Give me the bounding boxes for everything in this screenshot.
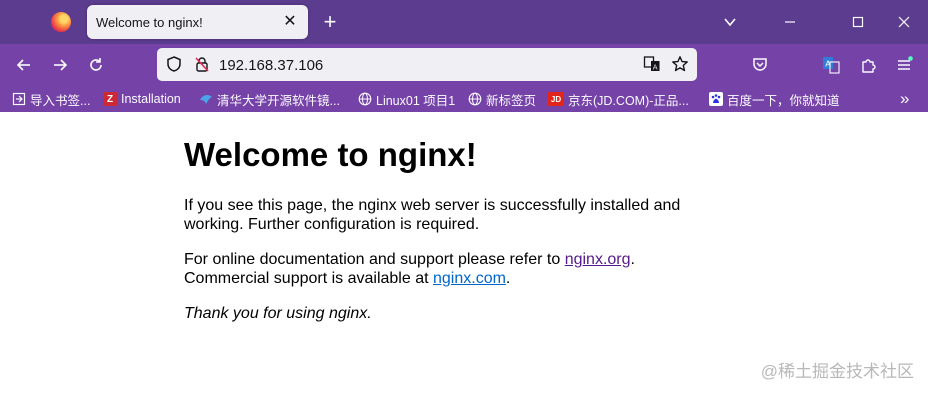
minimize-icon[interactable] bbox=[778, 10, 802, 34]
commercial-text: Commercial support is available at bbox=[184, 270, 433, 287]
translate-icon[interactable]: A bbox=[643, 55, 663, 75]
tab-nginx-welcome[interactable]: Welcome to nginx! ✕ bbox=[87, 5, 308, 39]
support-text-end: . bbox=[630, 251, 635, 268]
list-all-tabs-icon[interactable] bbox=[718, 10, 742, 34]
baidu-icon bbox=[709, 92, 723, 106]
reload-button-icon[interactable] bbox=[84, 53, 108, 77]
bookmark-new-tab-page[interactable]: 新标签页 bbox=[468, 90, 536, 108]
bookmark-label: Linux01 项目1 bbox=[376, 93, 456, 108]
maximize-icon[interactable] bbox=[846, 10, 870, 34]
star-bookmark-icon[interactable] bbox=[671, 55, 691, 75]
svg-text:A: A bbox=[653, 63, 658, 71]
intro-paragraph: If you see this page, the nginx web serv… bbox=[184, 197, 681, 233]
forward-button-icon[interactable] bbox=[48, 53, 72, 77]
bookmark-label: Installation bbox=[121, 92, 181, 106]
bookmark-label: 京东(JD.COM)-正品... bbox=[568, 93, 689, 108]
import-icon bbox=[12, 92, 26, 106]
bookmark-label: 导入书签... bbox=[30, 93, 91, 108]
url-bar[interactable]: 192.168.37.106 A bbox=[157, 48, 697, 81]
bookmark-baidu[interactable]: 百度一下，你就知道 bbox=[709, 90, 840, 108]
zotero-icon: Z bbox=[103, 92, 117, 106]
close-window-icon[interactable] bbox=[892, 10, 916, 34]
navigation-toolbar: 192.168.37.106 A A bbox=[0, 44, 928, 86]
support-paragraph: For online documentation and support ple… bbox=[184, 250, 704, 288]
new-tab-button[interactable]: + bbox=[318, 10, 342, 34]
url-text[interactable]: 192.168.37.106 bbox=[219, 57, 323, 74]
globe-icon bbox=[468, 92, 482, 106]
bookmark-installation[interactable]: Z Installation bbox=[103, 90, 181, 108]
bookmark-tuna-mirror[interactable]: 清华大学开源软件镜... bbox=[199, 90, 340, 108]
shield-icon[interactable] bbox=[165, 55, 185, 75]
tab-strip: Welcome to nginx! ✕ + bbox=[0, 0, 928, 44]
bookmark-linux01[interactable]: Linux01 项目1 bbox=[358, 90, 455, 108]
bookmark-label: 新标签页 bbox=[486, 93, 537, 108]
bookmarks-overflow-icon[interactable]: » bbox=[900, 89, 909, 108]
nginx-org-link[interactable]: nginx.org bbox=[565, 251, 631, 268]
page-content: Welcome to nginx! If you see this page, … bbox=[184, 112, 704, 322]
translate-extension-icon[interactable]: A bbox=[819, 53, 843, 77]
tab-close-icon[interactable]: ✕ bbox=[280, 12, 300, 32]
page-heading: Welcome to nginx! bbox=[184, 136, 477, 173]
back-button-icon[interactable] bbox=[12, 53, 36, 77]
tuna-icon bbox=[199, 92, 213, 106]
jd-icon: JD bbox=[548, 92, 564, 106]
nginx-com-link[interactable]: nginx.com bbox=[433, 270, 506, 287]
watermark: @稀土掘金技术社区 bbox=[760, 362, 914, 381]
bookmark-label: 清华大学开源软件镜... bbox=[217, 93, 340, 108]
firefox-logo-icon[interactable] bbox=[51, 12, 71, 32]
bookmarks-toolbar: 导入书签... Z Installation 清华大学开源软件镜... Linu… bbox=[0, 86, 928, 112]
insecure-lock-icon[interactable] bbox=[193, 55, 213, 75]
pocket-icon[interactable] bbox=[748, 53, 772, 77]
tab-title: Welcome to nginx! bbox=[96, 15, 203, 30]
commercial-text-end: . bbox=[505, 270, 511, 287]
bookmark-import[interactable]: 导入书签... bbox=[12, 90, 90, 108]
menu-icon[interactable] bbox=[892, 53, 916, 77]
support-text: For online documentation and support ple… bbox=[184, 251, 565, 268]
extensions-icon[interactable] bbox=[856, 53, 880, 77]
thanks-paragraph: Thank you for using nginx. bbox=[184, 305, 372, 322]
globe-icon bbox=[358, 92, 372, 106]
bookmark-jd[interactable]: JD 京东(JD.COM)-正品... bbox=[548, 90, 689, 108]
bookmark-label: 百度一下，你就知道 bbox=[727, 93, 840, 108]
